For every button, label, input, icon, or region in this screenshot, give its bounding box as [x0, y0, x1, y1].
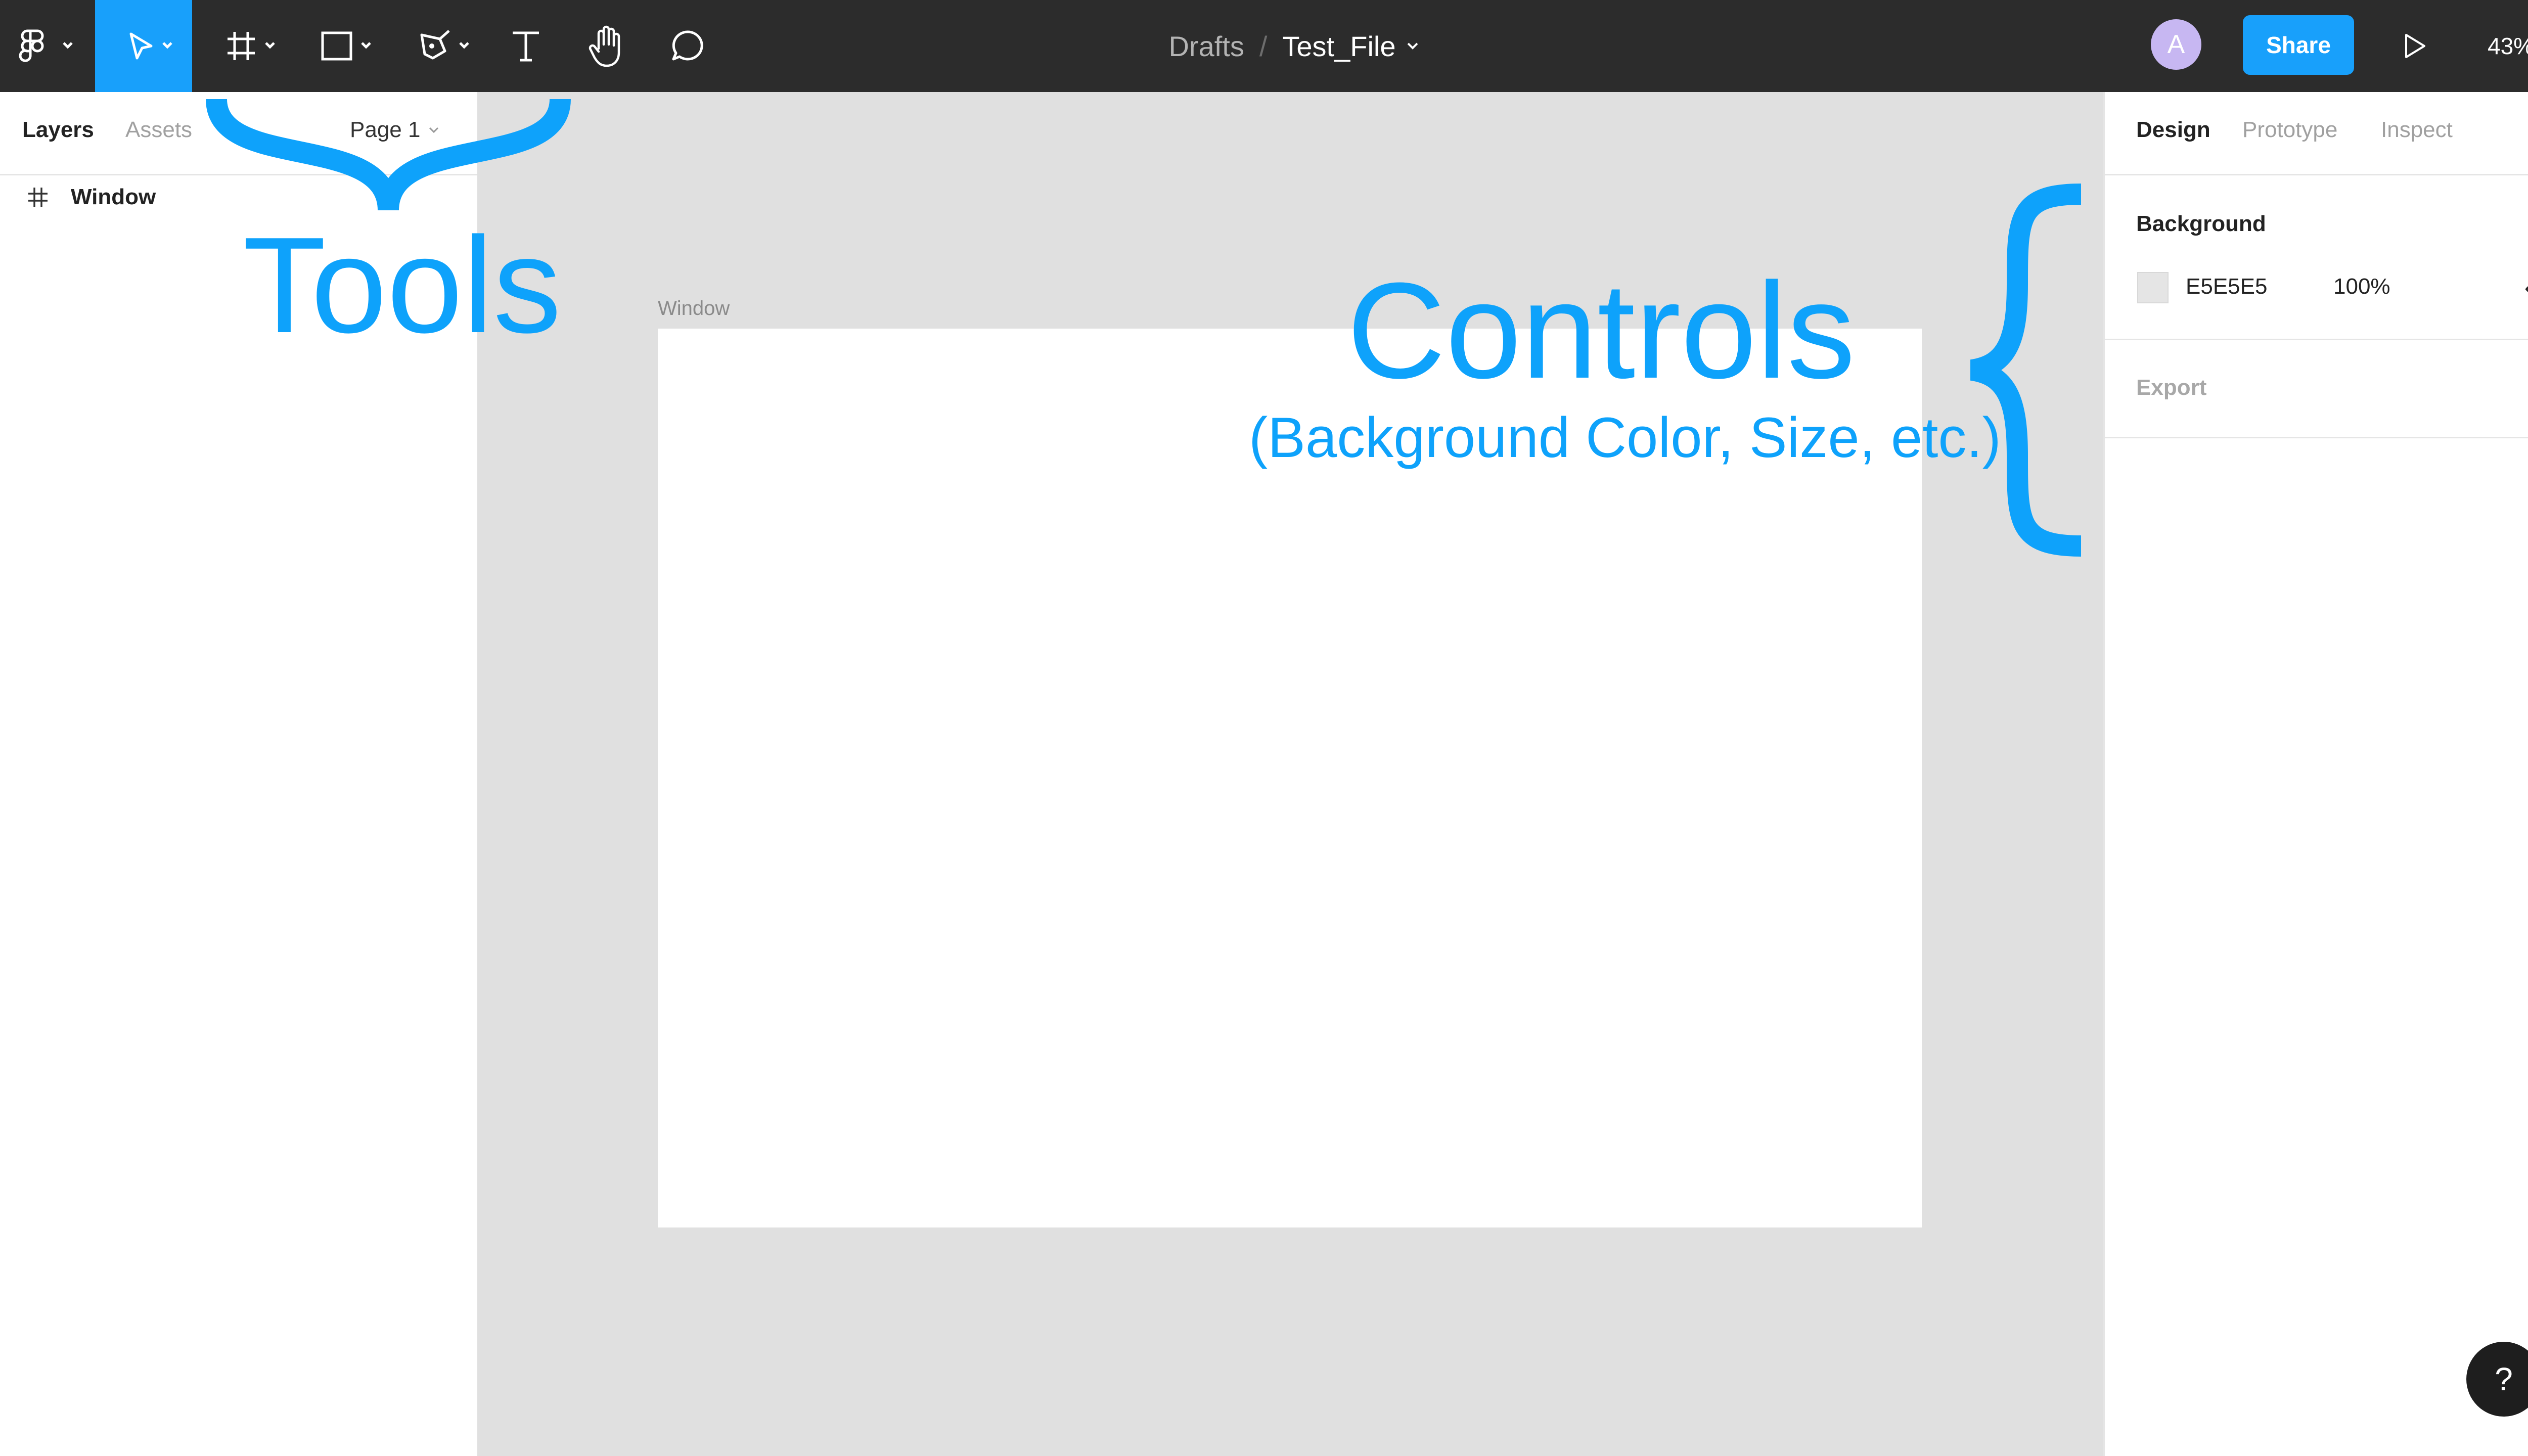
share-button[interactable]: Share	[2243, 15, 2354, 75]
background-color-hex[interactable]: E5E5E5	[2186, 274, 2267, 299]
chevron-down-icon	[1407, 42, 1418, 50]
layer-name: Window	[71, 185, 156, 209]
tab-prototype[interactable]: Prototype	[2242, 117, 2337, 143]
breadcrumb-drafts[interactable]: Drafts	[1168, 30, 1244, 63]
tab-design[interactable]: Design	[2136, 117, 2210, 143]
frame-icon	[28, 188, 48, 207]
background-section-title: Background	[2136, 211, 2266, 236]
zoom-menu[interactable]: 43%	[2488, 0, 2528, 92]
tab-inspect[interactable]: Inspect	[2381, 117, 2453, 143]
frame-label[interactable]: Window	[658, 297, 730, 320]
tab-assets[interactable]: Assets	[125, 117, 192, 143]
canvas[interactable]: Window	[477, 92, 2103, 1456]
tab-layers[interactable]: Layers	[22, 117, 94, 143]
zoom-level: 43%	[2488, 33, 2528, 59]
controls-brace	[1970, 184, 2082, 557]
controls-annotation-subtitle: (Background Color, Size, etc.)	[1249, 406, 2001, 469]
avatar[interactable]: A	[2151, 19, 2201, 70]
section-divider	[2105, 437, 2528, 438]
controls-annotation: Controls	[1347, 255, 1856, 407]
right-panel-tabs: Design Prototype Inspect	[2105, 92, 2528, 175]
tools-brace	[206, 98, 571, 211]
export-section-title: Export	[2136, 375, 2207, 400]
properties-panel: Design Prototype Inspect Background E5E5…	[2103, 92, 2528, 1456]
file-name-menu[interactable]: Test_File	[1282, 30, 1420, 63]
file-name: Test_File	[1282, 30, 1396, 62]
toolbar: Drafts / Test_File A Share 43%	[0, 0, 2528, 92]
tools-annotation: Tools	[243, 209, 562, 361]
present-button[interactable]	[2386, 0, 2442, 92]
eye-icon[interactable]	[2524, 279, 2528, 299]
breadcrumb: Drafts / Test_File	[0, 0, 2528, 92]
background-color-swatch[interactable]	[2137, 272, 2169, 303]
section-divider	[2105, 339, 2528, 340]
play-icon	[2405, 34, 2425, 58]
background-opacity[interactable]: 100%	[2333, 274, 2390, 299]
breadcrumb-separator: /	[1259, 30, 1268, 62]
